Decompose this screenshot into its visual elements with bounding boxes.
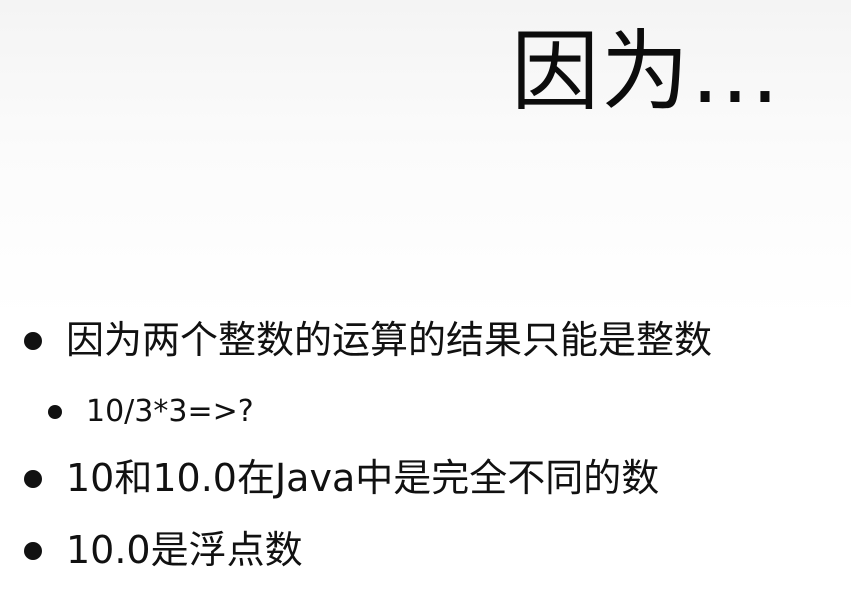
bullet-text: 10和10.0在Java中是完全不同的数 [66, 456, 660, 500]
bullet-item-java-number-types: 10和10.0在Java中是完全不同的数 [24, 456, 659, 502]
sub-bullet-item-expression: 10/3*3=>? [48, 394, 254, 430]
bullet-dot-icon [24, 331, 42, 350]
bullet-text: 因为两个整数的运算的结果只能是整数 [66, 318, 713, 362]
bullet-item-floating-point: 10.0是浮点数 [24, 528, 303, 574]
bullet-dot-icon [24, 541, 42, 560]
bullet-item-integer-operation: 因为两个整数的运算的结果只能是整数 [24, 318, 712, 364]
bullet-list: 因为两个整数的运算的结果只能是整数 10/3*3=>? 10和10.0在Java… [0, 0, 851, 601]
sub-bullet-dot-icon [48, 405, 62, 419]
bullet-dot-icon [24, 469, 42, 488]
sub-bullet-text: 10/3*3=>? [86, 394, 254, 429]
bullet-text: 10.0是浮点数 [66, 528, 303, 572]
